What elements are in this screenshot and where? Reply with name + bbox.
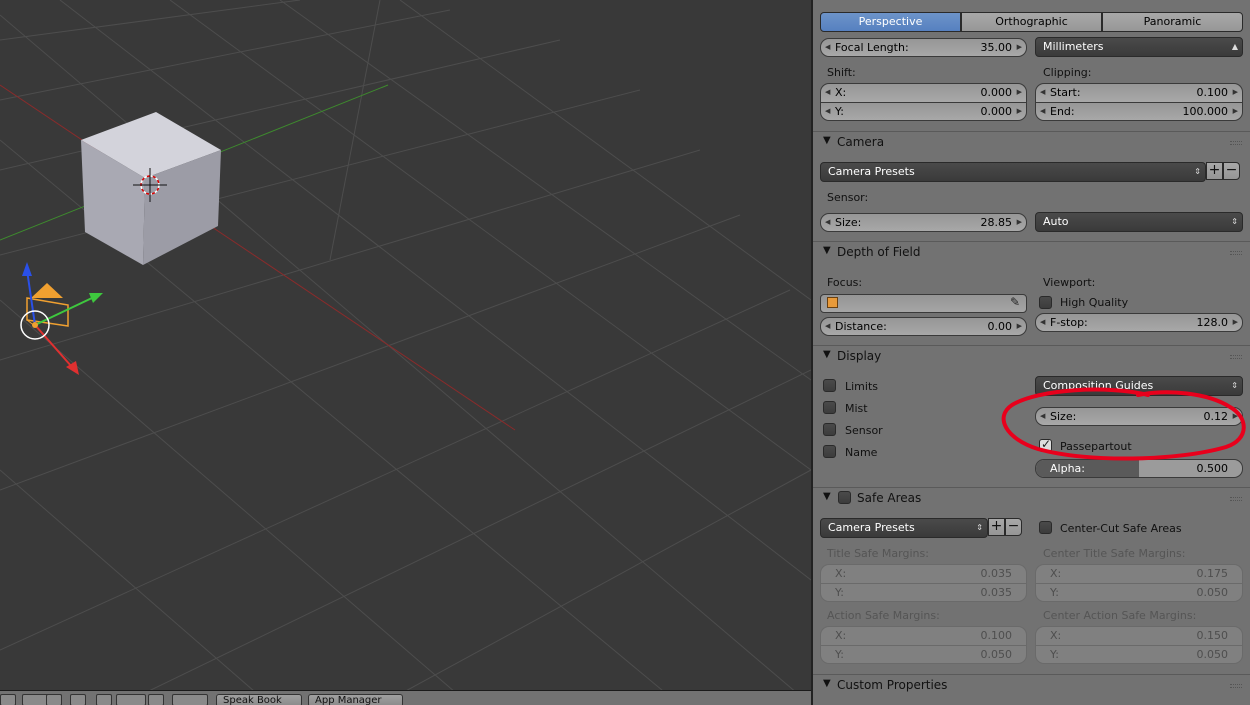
name-checkbox[interactable]: [823, 445, 836, 458]
object-cube-icon: [827, 297, 838, 308]
viewport-grid: [0, 0, 811, 705]
viewport-header-bar: Speak Book App Manager: [0, 690, 811, 705]
transform-gizmo[interactable]: [20, 262, 103, 375]
collapse-triangle-icon: ▼: [823, 491, 831, 502]
camera-panel-header[interactable]: ▼ Camera: [813, 131, 1250, 153]
viewport-label: Viewport:: [1043, 276, 1096, 289]
center-cut-checkbox[interactable]: [1039, 521, 1052, 534]
center-action-safe-label: Center Action Safe Margins:: [1043, 609, 1197, 622]
updown-arrow-icon: ▲: [1231, 42, 1238, 51]
title-safe-x-field[interactable]: X: 0.035: [820, 564, 1027, 583]
3d-viewport[interactable]: Speak Book App Manager: [0, 0, 811, 705]
title-safe-y-field[interactable]: Y: 0.035: [820, 583, 1027, 602]
clip-end-field[interactable]: ◀ End: 100.000 ▶: [1035, 102, 1243, 121]
safe-areas-checkbox[interactable]: [838, 491, 851, 504]
focal-length-field[interactable]: ◀ Focal Length: 35.00 ▶: [820, 38, 1027, 57]
custom-properties-panel-header[interactable]: ▼ Custom Properties: [813, 674, 1250, 696]
properties-panel: Perspective Orthographic Panoramic ◀ Foc…: [813, 0, 1250, 705]
focus-distance-field[interactable]: ◀ Distance: 0.00 ▶: [820, 317, 1027, 336]
tab-orthographic[interactable]: Orthographic: [961, 12, 1102, 32]
updown-arrow-icon: ⇕: [1194, 167, 1201, 176]
center-action-x-field[interactable]: X: 0.150: [1035, 626, 1243, 645]
pivot-icon[interactable]: [70, 694, 86, 705]
drag-grip-icon[interactable]: [1230, 355, 1242, 359]
drag-grip-icon[interactable]: [1230, 251, 1242, 255]
center-cut-label: Center-Cut Safe Areas: [1060, 522, 1182, 535]
collapse-triangle-icon: ▼: [823, 678, 831, 689]
shift-y-field[interactable]: ◀ Y: 0.000 ▶: [820, 102, 1027, 121]
center-action-y-field[interactable]: Y: 0.050: [1035, 645, 1243, 664]
tab-panoramic[interactable]: Panoramic: [1102, 12, 1243, 32]
red-annotation-circle: [1001, 387, 1246, 461]
action-safe-y-field[interactable]: Y: 0.050: [820, 645, 1027, 664]
viewport-shading-icon[interactable]: [46, 694, 62, 705]
sensor-check-label: Sensor: [845, 424, 883, 437]
clip-start-field[interactable]: ◀ Start: 0.100 ▶: [1035, 83, 1243, 102]
sensor-label: Sensor:: [827, 191, 869, 204]
camera-presets-dropdown[interactable]: Camera Presets ⇕: [820, 162, 1206, 182]
high-quality-checkbox[interactable]: [1039, 296, 1052, 309]
cube[interactable]: [81, 112, 221, 265]
focus-label: Focus:: [827, 276, 863, 289]
collapse-triangle-icon: ▼: [823, 349, 831, 360]
manipulator-icon[interactable]: [116, 694, 146, 705]
snap-icon[interactable]: [96, 694, 112, 705]
layers-icon[interactable]: [0, 694, 16, 705]
fstop-field[interactable]: ◀ F-stop: 128.0 ▶: [1035, 313, 1243, 332]
shift-x-field[interactable]: ◀ X: 0.000 ▶: [820, 83, 1027, 102]
limits-checkbox[interactable]: [823, 379, 836, 392]
decrement-icon[interactable]: ◀: [825, 39, 830, 56]
collapse-triangle-icon: ▼: [823, 245, 831, 256]
camera-icon[interactable]: [172, 694, 208, 705]
add-preset-button[interactable]: +: [1206, 162, 1223, 180]
display-panel-header[interactable]: ▼ Display: [813, 345, 1250, 367]
shift-label: Shift:: [827, 66, 856, 79]
render-icon[interactable]: [148, 694, 164, 705]
sensor-fit-dropdown[interactable]: Auto ⇕: [1035, 212, 1243, 232]
title-safe-label: Title Safe Margins:: [827, 547, 929, 560]
drag-grip-icon[interactable]: [1230, 497, 1242, 501]
dof-panel-header[interactable]: ▼ Depth of Field: [813, 241, 1250, 263]
clipping-label: Clipping:: [1043, 66, 1092, 79]
safe-areas-panel-header[interactable]: ▼ Safe Areas: [813, 487, 1250, 509]
center-title-x-field[interactable]: X: 0.175: [1035, 564, 1243, 583]
updown-arrow-icon: ⇕: [1231, 217, 1238, 226]
drag-grip-icon[interactable]: [1230, 684, 1242, 688]
drag-grip-icon[interactable]: [1230, 141, 1242, 145]
collapse-triangle-icon: ▼: [823, 135, 831, 146]
lens-unit-dropdown[interactable]: Millimeters ▲: [1035, 37, 1243, 57]
action-safe-label: Action Safe Margins:: [827, 609, 940, 622]
mist-checkbox[interactable]: [823, 401, 836, 414]
focus-object-field[interactable]: ✎: [820, 294, 1027, 313]
center-title-y-field[interactable]: Y: 0.050: [1035, 583, 1243, 602]
speak-book-button[interactable]: Speak Book: [216, 694, 302, 705]
eyedropper-icon[interactable]: ✎: [1010, 295, 1020, 309]
add-safe-preset-button[interactable]: +: [988, 518, 1005, 536]
projection-tabs: Perspective Orthographic Panoramic: [820, 12, 1243, 32]
app-manager-button[interactable]: App Manager: [308, 694, 403, 705]
updown-arrow-icon: ⇕: [976, 523, 983, 532]
remove-preset-button[interactable]: −: [1223, 162, 1240, 180]
high-quality-label: High Quality: [1060, 296, 1129, 309]
mist-label: Mist: [845, 402, 868, 415]
name-label: Name: [845, 446, 878, 459]
tab-perspective[interactable]: Perspective: [820, 12, 961, 32]
limits-label: Limits: [845, 380, 878, 393]
sensor-checkbox[interactable]: [823, 423, 836, 436]
action-safe-x-field[interactable]: X: 0.100: [820, 626, 1027, 645]
center-title-safe-label: Center Title Safe Margins:: [1043, 547, 1186, 560]
sensor-size-field[interactable]: ◀ Size: 28.85 ▶: [820, 213, 1027, 232]
increment-icon[interactable]: ▶: [1017, 39, 1022, 56]
safe-area-presets-dropdown[interactable]: Camera Presets ⇕: [820, 518, 988, 538]
remove-safe-preset-button[interactable]: −: [1005, 518, 1022, 536]
